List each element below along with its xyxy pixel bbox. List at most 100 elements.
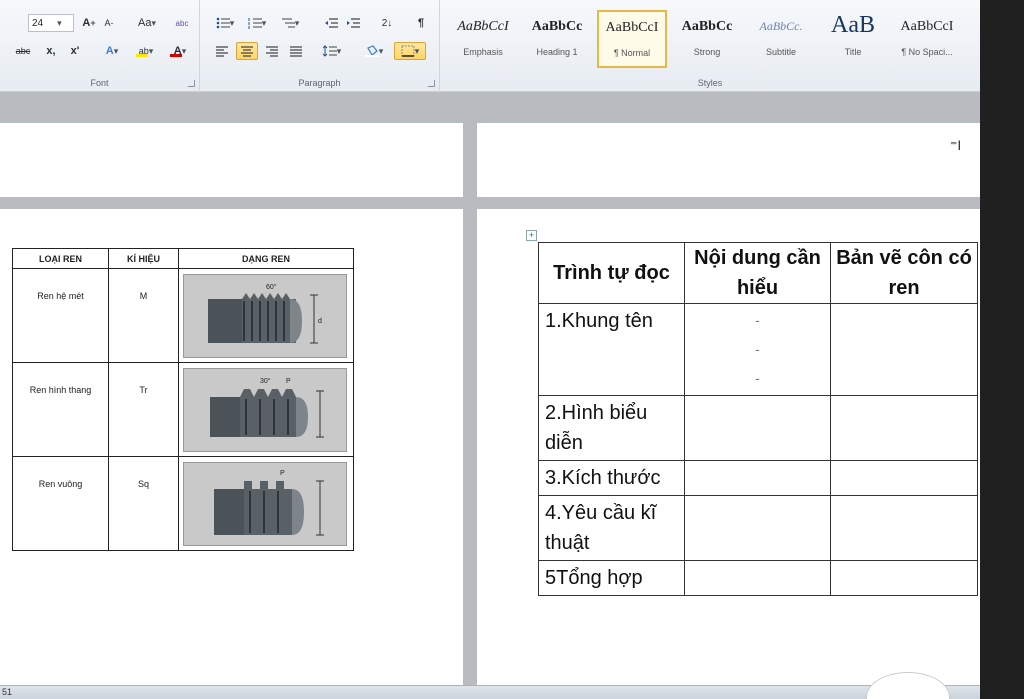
header-symbol: KÍ HIỆU [108, 248, 179, 269]
shrink-font-button[interactable]: A- [100, 14, 118, 32]
strikethrough-button[interactable]: abc [12, 42, 34, 60]
highlight-color-bar [136, 54, 148, 57]
content-cell[interactable] [684, 395, 831, 461]
change-case-button[interactable]: Aa ▾ [134, 14, 160, 32]
reading-procedure-table[interactable]: Trình tự đọc Nội dung cần hiểu Bản vẽ cô… [538, 242, 978, 596]
style-heading-1[interactable]: AaBbCc Heading 1 [522, 10, 592, 68]
chevron-down-icon[interactable]: ▾ [57, 18, 62, 29]
style-normal[interactable]: AaBbCcI ¶ Normal [597, 10, 667, 68]
highlight-button[interactable]: ab ▾ [132, 42, 160, 60]
style-subtitle[interactable]: AaBbCc. Subtitle [746, 10, 816, 68]
font-color-button[interactable]: A ▾ [166, 42, 194, 60]
page-previous-left[interactable] [0, 123, 463, 197]
justify-button[interactable] [286, 42, 306, 60]
table-row: 1.Khung tên - - - [538, 303, 978, 396]
justify-icon [290, 46, 302, 57]
status-page-number[interactable]: 51 [2, 687, 12, 697]
clear-formatting-button[interactable]: abc [172, 14, 192, 32]
increase-indent-button[interactable] [344, 14, 362, 32]
screen-bezel [980, 0, 1024, 699]
numbering-icon [248, 18, 262, 29]
dialog-launcher-icon[interactable] [428, 80, 435, 87]
styles-group: AaBbCcI Emphasis AaBbCc Heading 1 AaBbCc… [440, 0, 980, 92]
drawing-cell[interactable] [830, 460, 978, 496]
text-cursor-icon: ⁼I [950, 137, 962, 153]
align-right-button[interactable] [262, 42, 282, 60]
dash-line: - [755, 341, 760, 357]
superscript-button[interactable]: x' [66, 42, 84, 60]
style-sample: AaBbCc. [759, 19, 803, 33]
subscript-button[interactable]: x, [42, 42, 60, 60]
font-group: 24 ▾ A + A- Aa ▾ abc abc x, x' A ▾ ab ▾ … [0, 0, 200, 92]
trapezoid-thread-image: 30° P [183, 367, 347, 452]
bullets-button[interactable]: ▾ [212, 14, 238, 32]
drawing-cell[interactable] [830, 495, 978, 561]
content-cell[interactable] [684, 560, 831, 596]
drawing-cell[interactable] [830, 395, 978, 461]
step-cell[interactable]: 1.Khung tên [538, 303, 685, 396]
word-window: 24 ▾ A + A- Aa ▾ abc abc x, x' A ▾ ab ▾ … [0, 0, 980, 699]
style-emphasis[interactable]: AaBbCcI Emphasis [448, 10, 518, 68]
table-row: 3.Kích thước [538, 460, 978, 496]
pitch-label: P [280, 470, 285, 477]
show-formatting-button[interactable]: ¶ [412, 14, 430, 32]
grow-font-button[interactable]: A + [80, 14, 98, 32]
text-effects-button[interactable]: A ▾ [100, 42, 124, 60]
bullets-icon [216, 17, 230, 29]
step-cell[interactable]: 2.Hình biểu diễn [538, 395, 685, 461]
thread-image-cell: P [178, 456, 354, 551]
dash-line: - [755, 370, 760, 386]
step-cell[interactable]: 4.Yêu cầu kĩ thuật [538, 495, 685, 561]
angle-label: 30° [260, 377, 271, 385]
metric-thread-image: 60° d [183, 273, 347, 358]
thread-symbol-cell: Tr [108, 362, 179, 457]
style-name: Heading 1 [536, 47, 578, 57]
font-size-box[interactable]: 24 ▾ [28, 14, 74, 32]
drawing-cell[interactable] [830, 303, 978, 396]
header-content[interactable]: Nội dung cần hiểu [684, 242, 831, 304]
header-reading-order[interactable]: Trình tự đọc [538, 242, 685, 304]
paragraph-group: ▾ ▾ ▾ 2↓ ¶ ▾ ▾ ▾ Paragraph [200, 0, 440, 92]
header-thread-form: DẠNG REN [178, 248, 354, 269]
align-center-button[interactable] [236, 42, 258, 60]
paragraph-group-label: Paragraph [298, 78, 341, 88]
shading-button[interactable]: ▾ [360, 42, 388, 60]
style-strong[interactable]: AaBbCc Strong [672, 10, 742, 68]
content-cell[interactable] [684, 495, 831, 561]
table-row: Ren hình thang Tr 30° P [12, 362, 354, 457]
style-name: Strong [693, 47, 721, 57]
style-title[interactable]: AaB Title [818, 10, 888, 68]
style-name: Subtitle [765, 47, 797, 57]
drawing-cell[interactable] [830, 560, 978, 596]
thread-symbol-cell: M [108, 268, 179, 363]
thread-image-cell: 30° P [178, 362, 354, 457]
numbering-button[interactable]: ▾ [244, 14, 270, 32]
thread-types-table: LOẠI REN KÍ HIỆU DẠNG REN Ren hệ mét M 6… [12, 248, 354, 551]
style-name: ¶ Normal [613, 48, 651, 58]
multilevel-list-button[interactable]: ▾ [276, 14, 304, 32]
line-spacing-button[interactable]: ▾ [318, 42, 346, 60]
thread-type-cell: Ren hình thang [12, 362, 109, 457]
font-size-value: 24 [32, 17, 44, 29]
line-spacing-icon [322, 45, 337, 57]
step-cell[interactable]: 3.Kích thước [538, 460, 685, 496]
sort-button[interactable]: 2↓ [376, 14, 398, 32]
style-sample: AaBbCcI [457, 19, 509, 34]
header-drawing[interactable]: Bản vẽ côn có ren [830, 242, 978, 304]
table-row: Ren hệ mét M 60° d [12, 268, 354, 363]
dash-line: - [755, 312, 760, 328]
style-no-spacing[interactable]: AaBbCcI ¶ No Spaci... [892, 10, 962, 68]
page-previous-right[interactable] [477, 123, 980, 197]
content-cell[interactable] [684, 460, 831, 496]
angle-label: 60° [266, 283, 277, 291]
table-move-handle-icon[interactable]: + [526, 230, 537, 241]
decrease-indent-button[interactable] [322, 14, 340, 32]
align-right-icon [266, 46, 278, 57]
borders-button[interactable]: ▾ [394, 42, 426, 60]
step-cell[interactable]: 5Tổng hợp [538, 560, 685, 596]
dialog-launcher-icon[interactable] [188, 80, 195, 87]
align-left-button[interactable] [212, 42, 232, 60]
content-cell[interactable]: - - - [684, 303, 831, 396]
paint-bucket-icon [364, 45, 379, 57]
table-header-row: Trình tự đọc Nội dung cần hiểu Bản vẽ cô… [538, 242, 978, 304]
